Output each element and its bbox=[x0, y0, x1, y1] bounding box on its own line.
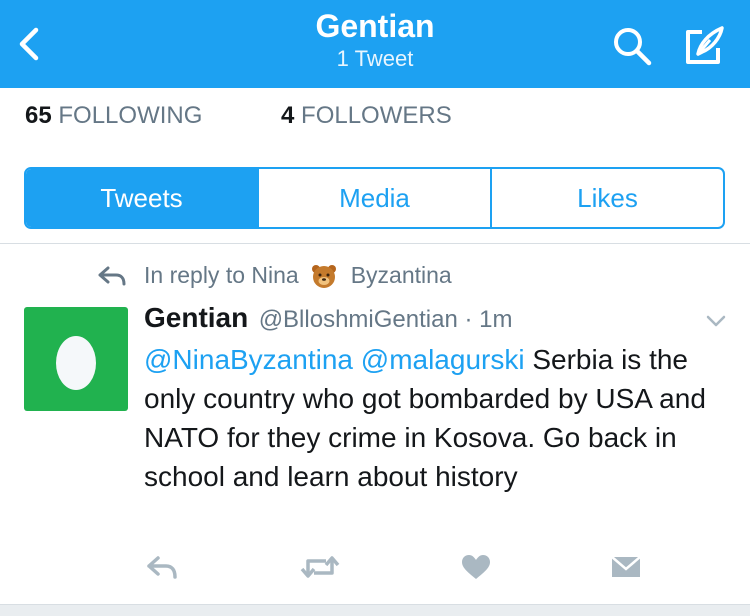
divider bbox=[0, 243, 750, 244]
reply-context[interactable]: In reply to Nina Byzantina bbox=[98, 262, 452, 289]
reply-icon[interactable] bbox=[146, 553, 178, 581]
top-nav-bar: Gentian 1 Tweet bbox=[0, 0, 750, 88]
heart-icon[interactable] bbox=[460, 553, 492, 581]
envelope-icon[interactable] bbox=[610, 553, 642, 581]
avatar[interactable] bbox=[24, 307, 128, 411]
compose-icon[interactable] bbox=[680, 22, 728, 70]
following-label: FOLLOWING bbox=[58, 102, 203, 129]
tab-media[interactable]: Media bbox=[259, 169, 492, 227]
author-line: Gentian @BlloshmiGentian · 1m bbox=[144, 302, 512, 334]
egg-avatar-icon bbox=[56, 336, 96, 390]
search-icon[interactable] bbox=[610, 24, 654, 68]
author-handle: @BlloshmiGentian · 1m bbox=[258, 306, 513, 333]
bear-face-icon bbox=[311, 264, 336, 288]
reply-suffix: Byzantina bbox=[350, 262, 452, 288]
reply-prefix: In reply to Nina bbox=[144, 262, 299, 288]
bottom-separator bbox=[0, 604, 750, 616]
tab-likes[interactable]: Likes bbox=[492, 169, 723, 227]
tweet-text: @NinaByzantina @malagurski Serbia is the… bbox=[144, 340, 734, 496]
followers-stat[interactable]: 4 FOLLOWERS bbox=[281, 102, 452, 130]
mention-link[interactable]: @malagurski bbox=[361, 344, 525, 375]
mention-link[interactable]: @NinaByzantina bbox=[144, 344, 353, 375]
author-name[interactable]: Gentian bbox=[144, 302, 248, 333]
following-stat[interactable]: 65 FOLLOWING bbox=[25, 102, 202, 130]
following-count: 65 bbox=[25, 102, 52, 129]
followers-count: 4 bbox=[281, 102, 295, 129]
tweet-actions bbox=[0, 553, 750, 589]
more-options-chevron-icon[interactable] bbox=[704, 312, 728, 330]
tab-tweets[interactable]: Tweets bbox=[26, 169, 259, 227]
retweet-icon[interactable] bbox=[300, 553, 340, 581]
followers-label: FOLLOWERS bbox=[301, 102, 452, 129]
profile-tabs: Tweets Media Likes bbox=[24, 167, 725, 229]
reply-context-icon bbox=[98, 266, 126, 285]
